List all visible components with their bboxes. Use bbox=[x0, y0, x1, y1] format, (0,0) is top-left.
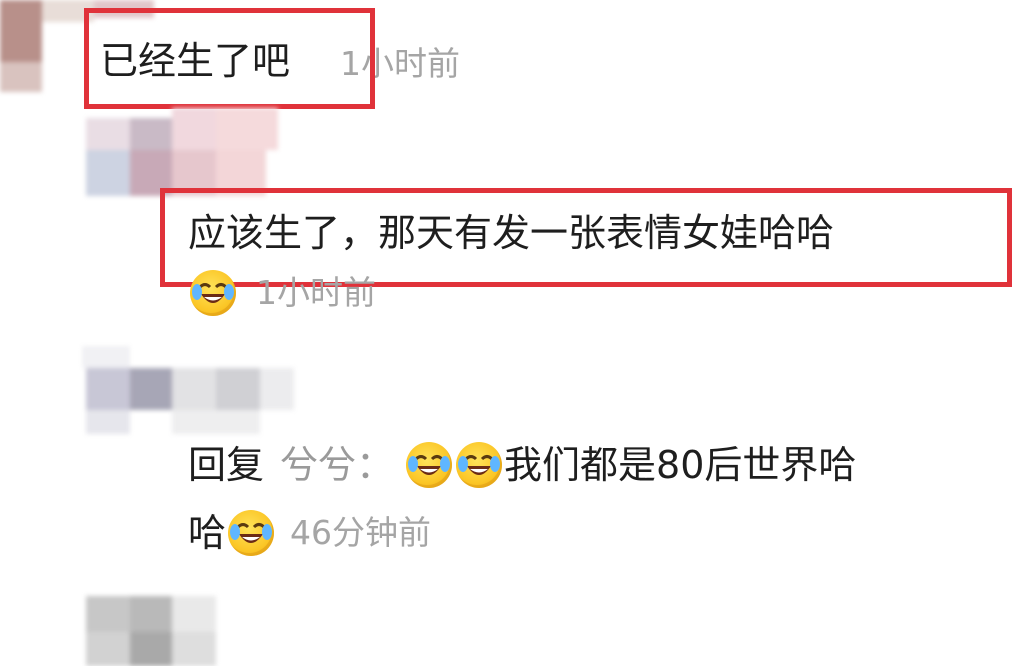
laugh-cry-icon bbox=[406, 442, 453, 488]
laugh-cry-icon bbox=[190, 270, 236, 316]
comment-time: 1小时前 bbox=[256, 273, 376, 312]
comment-meta: 1小时前 bbox=[188, 270, 376, 316]
reply-line-2: 哈 46分钟前 bbox=[188, 510, 431, 556]
reply-to-name[interactable]: 兮兮： bbox=[280, 442, 394, 488]
reply-line-1: 回复 兮兮： 我们都是80后世界哈 bbox=[188, 442, 856, 488]
laugh-cry-icon bbox=[456, 442, 503, 488]
reply-text-continued: 哈 bbox=[188, 511, 227, 555]
highlight-box bbox=[84, 8, 375, 109]
screen: { "comments": [ { "text": "已经生了吧", "time… bbox=[0, 0, 1013, 666]
comment-time: 46分钟前 bbox=[290, 513, 432, 552]
laugh-cry-icon bbox=[228, 510, 275, 556]
reply-label[interactable]: 回复 bbox=[188, 442, 264, 488]
reply-text: 我们都是80后世界哈 bbox=[504, 443, 857, 487]
